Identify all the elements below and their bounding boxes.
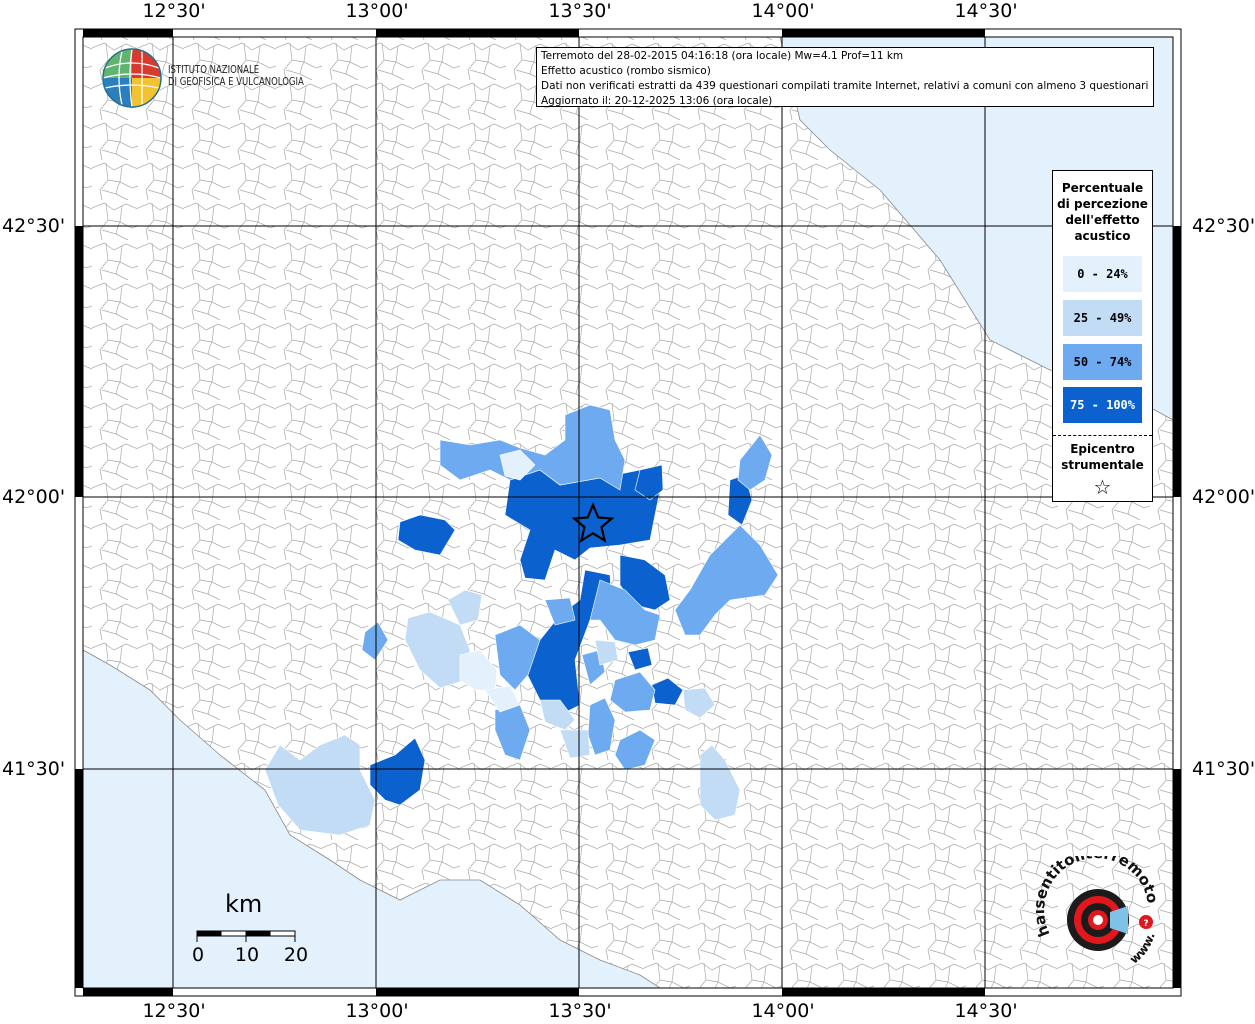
legend-title-line: acustico — [1074, 229, 1131, 243]
legend-divider — [1053, 435, 1152, 436]
hai-sentito-www: www. — [1127, 931, 1158, 967]
lat-label-right: 41°30' — [1192, 758, 1255, 780]
lon-label-top: 13°30' — [548, 0, 612, 22]
legend-epicenter-line: Epicentro — [1070, 442, 1135, 456]
lon-label-top: 12°30' — [142, 0, 206, 22]
hai-sentito-logo: haisentitoilterremoto.it www. ? — [1030, 842, 1170, 976]
lon-label-bottom: 13°30' — [548, 1000, 612, 1022]
legend-class-25-49: 25 - 49% — [1063, 300, 1142, 336]
ingv-logo: ISTITUTO NAZIONALE DI GEOFISICA E VULCAN… — [102, 48, 322, 108]
scale-label: 10 — [234, 944, 260, 966]
legend-epicenter-line: strumentale — [1061, 458, 1144, 472]
svg-text:?: ? — [1143, 919, 1148, 929]
lon-label-top: 14°00' — [751, 0, 815, 22]
lon-label-bottom: 14°00' — [751, 1000, 815, 1022]
legend-star-icon: ☆ — [1093, 475, 1112, 499]
lat-label-right: 42°00' — [1192, 486, 1255, 508]
legend-title-line: di percezione — [1057, 197, 1148, 211]
scale-unit: km — [225, 890, 263, 918]
legend-class-50-74: 50 - 74% — [1063, 344, 1142, 380]
lon-label-top: 13°00' — [345, 0, 409, 22]
lon-label-bottom: 13°00' — [345, 1000, 409, 1022]
ingv-logo-line: DI GEOFISICA E VULCANOLOGIA — [168, 76, 304, 88]
lon-label-top: 14°30' — [954, 0, 1018, 22]
legend-epicenter-label: Epicentro strumentale — [1053, 441, 1152, 473]
event-info-box: Terremoto del 28-02-2015 04:16:18 (ora l… — [536, 47, 1154, 107]
legend-title: Percentuale di percezione dell'effetto a… — [1053, 180, 1152, 244]
lat-label-left: 42°00' — [2, 486, 66, 508]
legend-class-75-100: 75 - 100% — [1063, 387, 1142, 423]
lat-label-left: 41°30' — [2, 758, 66, 780]
legend-class-0-24: 0 - 24% — [1063, 256, 1142, 292]
lat-label-right: 42°30' — [1192, 215, 1255, 237]
scale-bar-graphic — [196, 930, 296, 942]
event-info-line: Terremoto del 28-02-2015 04:16:18 (ora l… — [541, 50, 904, 62]
legend-title-line: dell'effetto — [1065, 213, 1140, 227]
lon-label-bottom: 12°30' — [142, 1000, 206, 1022]
globe-icon — [102, 48, 162, 108]
legend-title-line: Percentuale — [1061, 181, 1144, 195]
lat-label-left: 42°30' — [2, 215, 66, 237]
hai-sentito-logo-graphic: haisentitoilterremoto.it www. ? — [1030, 842, 1162, 967]
scale-label: 0 — [191, 944, 205, 966]
event-info-line: Dati non verificati estratti da 439 ques… — [541, 80, 1149, 92]
ingv-logo-line: ISTITUTO NAZIONALE — [168, 64, 260, 76]
event-info-line: Effetto acustico (rombo sismico) — [541, 65, 711, 77]
legend: Percentuale di percezione dell'effetto a… — [1052, 170, 1153, 502]
scale-bar: km 0 10 20 — [190, 890, 320, 970]
event-info-line: Aggiornato il: 20-12-2025 13:06 (ora loc… — [541, 95, 773, 107]
scale-label: 20 — [283, 944, 309, 966]
lon-label-bottom: 14°30' — [954, 1000, 1018, 1022]
ingv-logo-text: ISTITUTO NAZIONALE DI GEOFISICA E VULCAN… — [168, 64, 304, 88]
